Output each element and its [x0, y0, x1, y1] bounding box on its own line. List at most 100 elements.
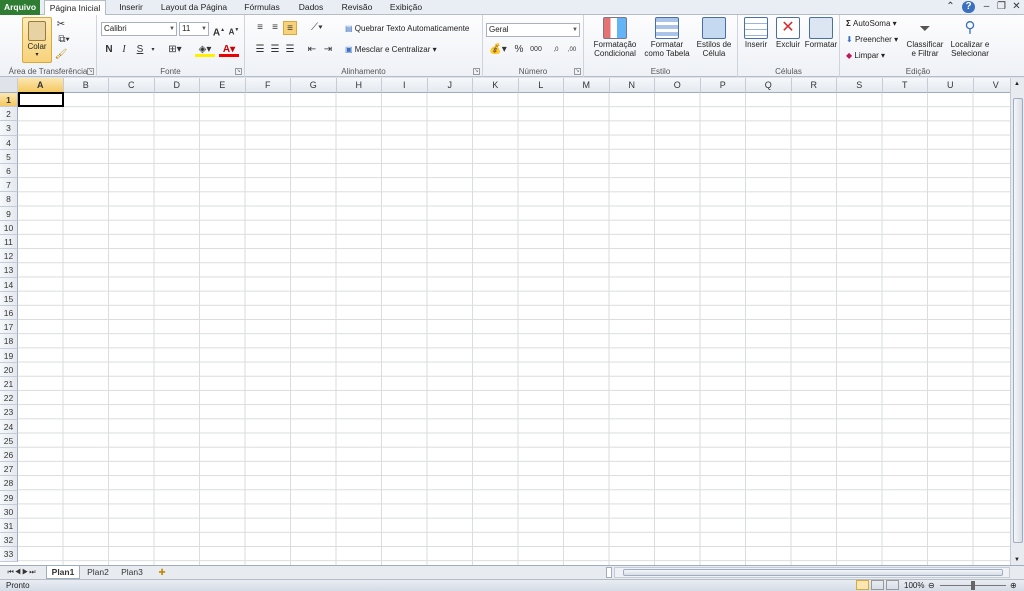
column-header-g[interactable]: G — [291, 78, 337, 93]
minimize-window-icon[interactable]: – — [980, 1, 993, 13]
page-break-view-icon[interactable] — [886, 580, 899, 590]
spreadsheet-grid[interactable]: ABCDEFGHIJKLMNOPQRSTUV 1 2 3 4 5 6 7 8 9 10 11 12 13… — [0, 78, 1010, 565]
row-header-21[interactable]: 21 — [0, 377, 18, 392]
row-header-28[interactable]: 28 — [0, 476, 18, 491]
vertical-scroll-thumb[interactable] — [1013, 98, 1023, 543]
row-header-25[interactable]: 25 — [0, 433, 18, 448]
borders-icon[interactable]: ⊞▾ — [165, 43, 185, 57]
row-header-33[interactable]: 33 — [0, 547, 18, 562]
column-header-u[interactable]: U — [928, 78, 974, 93]
normal-view-icon[interactable] — [856, 580, 869, 590]
horizontal-scrollbar[interactable] — [614, 567, 1010, 578]
column-header-m[interactable]: M — [564, 78, 610, 93]
column-header-a[interactable]: A — [18, 78, 64, 93]
tab-arquivo[interactable]: Arquivo — [0, 0, 40, 15]
row-header-5[interactable]: 5 — [0, 149, 18, 164]
column-header-t[interactable]: T — [882, 78, 928, 93]
column-header-c[interactable]: C — [109, 78, 155, 93]
find-select-button[interactable]: ⚲ Localizar e Selecionar — [946, 17, 994, 58]
sort-filter-button[interactable]: ⏷ Classificar e Filtrar — [904, 17, 946, 58]
restore-window-icon[interactable]: ❐ — [995, 1, 1008, 13]
row-header-17[interactable]: 17 — [0, 320, 18, 335]
tab-pagina-inicial[interactable]: Página Inicial — [44, 0, 106, 16]
row-header-2[interactable]: 2 — [0, 107, 18, 122]
row-header-22[interactable]: 22 — [0, 391, 18, 406]
scroll-up-icon[interactable]: ▲ — [1014, 81, 1020, 87]
row-header-32[interactable]: 32 — [0, 533, 18, 548]
row-header-16[interactable]: 16 — [0, 306, 18, 321]
row-header-30[interactable]: 30 — [0, 504, 18, 519]
cut-icon[interactable]: ✂ — [54, 18, 68, 32]
vertical-scrollbar[interactable]: ▲ ▼ — [1010, 78, 1024, 565]
column-header-d[interactable]: D — [154, 78, 200, 93]
font-color-icon[interactable]: A▾ — [219, 43, 239, 57]
currency-icon[interactable]: 💰▾ — [487, 43, 509, 57]
row-header-31[interactable]: 31 — [0, 519, 18, 534]
sheet-tab-plan1[interactable]: Plan1 — [46, 566, 80, 579]
bold-button[interactable]: N — [102, 43, 116, 57]
insert-sheet-icon[interactable]: ✚ — [152, 566, 172, 579]
cell-area[interactable] — [18, 93, 1010, 565]
column-header-l[interactable]: L — [518, 78, 564, 93]
format-painter-icon[interactable]: 🖌 — [54, 48, 68, 62]
row-header-10[interactable]: 10 — [0, 220, 18, 235]
decrease-indent-icon[interactable]: ⇤ — [305, 43, 319, 57]
align-bottom-icon[interactable]: ≡ — [283, 21, 297, 35]
column-header-p[interactable]: P — [700, 78, 746, 93]
align-left-icon[interactable]: ☰ — [253, 43, 267, 57]
row-header-20[interactable]: 20 — [0, 362, 18, 377]
increase-indent-icon[interactable]: ⇥ — [321, 43, 335, 57]
format-cells-button[interactable]: Formatar — [804, 17, 838, 49]
decrease-decimal-icon[interactable]: ,00 — [565, 43, 579, 57]
zoom-in-icon[interactable]: ⊕ — [1010, 580, 1017, 591]
column-header-e[interactable]: E — [200, 78, 246, 93]
align-center-icon[interactable]: ☰ — [268, 43, 282, 57]
row-header-12[interactable]: 12 — [0, 249, 18, 264]
row-header-7[interactable]: 7 — [0, 178, 18, 193]
number-launcher-icon[interactable]: ↘ — [574, 68, 581, 75]
column-header-j[interactable]: J — [427, 78, 473, 93]
select-all-corner[interactable] — [0, 78, 18, 93]
row-header-1[interactable]: 1 — [0, 93, 18, 108]
cell-styles-button[interactable]: Estilos de Célula — [694, 17, 734, 58]
alignment-launcher-icon[interactable]: ↘ — [473, 68, 480, 75]
column-header-n[interactable]: N — [609, 78, 655, 93]
help-icon[interactable]: ? — [962, 1, 975, 13]
thousands-button[interactable]: 000 — [527, 43, 545, 57]
insert-cells-button[interactable]: Inserir — [740, 17, 772, 49]
row-header-29[interactable]: 29 — [0, 490, 18, 505]
zoom-level[interactable]: 100% — [904, 580, 924, 591]
row-header-23[interactable]: 23 — [0, 405, 18, 420]
tab-dados[interactable]: Dados — [292, 0, 330, 15]
column-header-h[interactable]: H — [336, 78, 382, 93]
sheet-tab-plan2[interactable]: Plan2 — [82, 566, 114, 579]
row-header-27[interactable]: 27 — [0, 462, 18, 477]
scroll-down-icon[interactable]: ▼ — [1014, 557, 1020, 563]
tab-exibicao[interactable]: Exibição — [384, 0, 428, 15]
horizontal-scroll-thumb[interactable] — [623, 569, 1003, 576]
active-cell-a1[interactable] — [18, 92, 64, 107]
column-header-b[interactable]: B — [63, 78, 109, 93]
tab-layout[interactable]: Layout da Página — [158, 0, 230, 15]
column-header-v[interactable]: V — [973, 78, 1010, 93]
row-header-13[interactable]: 13 — [0, 263, 18, 278]
zoom-out-icon[interactable]: ⊖ — [928, 580, 935, 591]
zoom-slider-thumb[interactable] — [971, 581, 975, 590]
column-header-r[interactable]: R — [791, 78, 837, 93]
tab-split-handle[interactable] — [606, 567, 612, 578]
row-header-4[interactable]: 4 — [0, 135, 18, 150]
delete-cells-button[interactable]: ✕ Excluir — [772, 17, 804, 49]
copy-icon[interactable]: ⧉▾ — [54, 33, 74, 47]
column-header-f[interactable]: F — [245, 78, 291, 93]
row-header-9[interactable]: 9 — [0, 206, 18, 221]
close-window-icon[interactable]: ✕ — [1010, 1, 1023, 13]
align-top-icon[interactable]: ≡ — [253, 21, 267, 35]
conditional-format-button[interactable]: Formatação Condicional — [588, 17, 642, 58]
row-header-14[interactable]: 14 — [0, 277, 18, 292]
orientation-icon[interactable]: ⟋▾ — [307, 21, 327, 35]
row-header-3[interactable]: 3 — [0, 121, 18, 136]
autosum-button[interactable]: Σ AutoSoma ▾ — [846, 19, 897, 28]
page-layout-view-icon[interactable] — [871, 580, 884, 590]
column-header-q[interactable]: Q — [746, 78, 792, 93]
row-header-24[interactable]: 24 — [0, 419, 18, 434]
